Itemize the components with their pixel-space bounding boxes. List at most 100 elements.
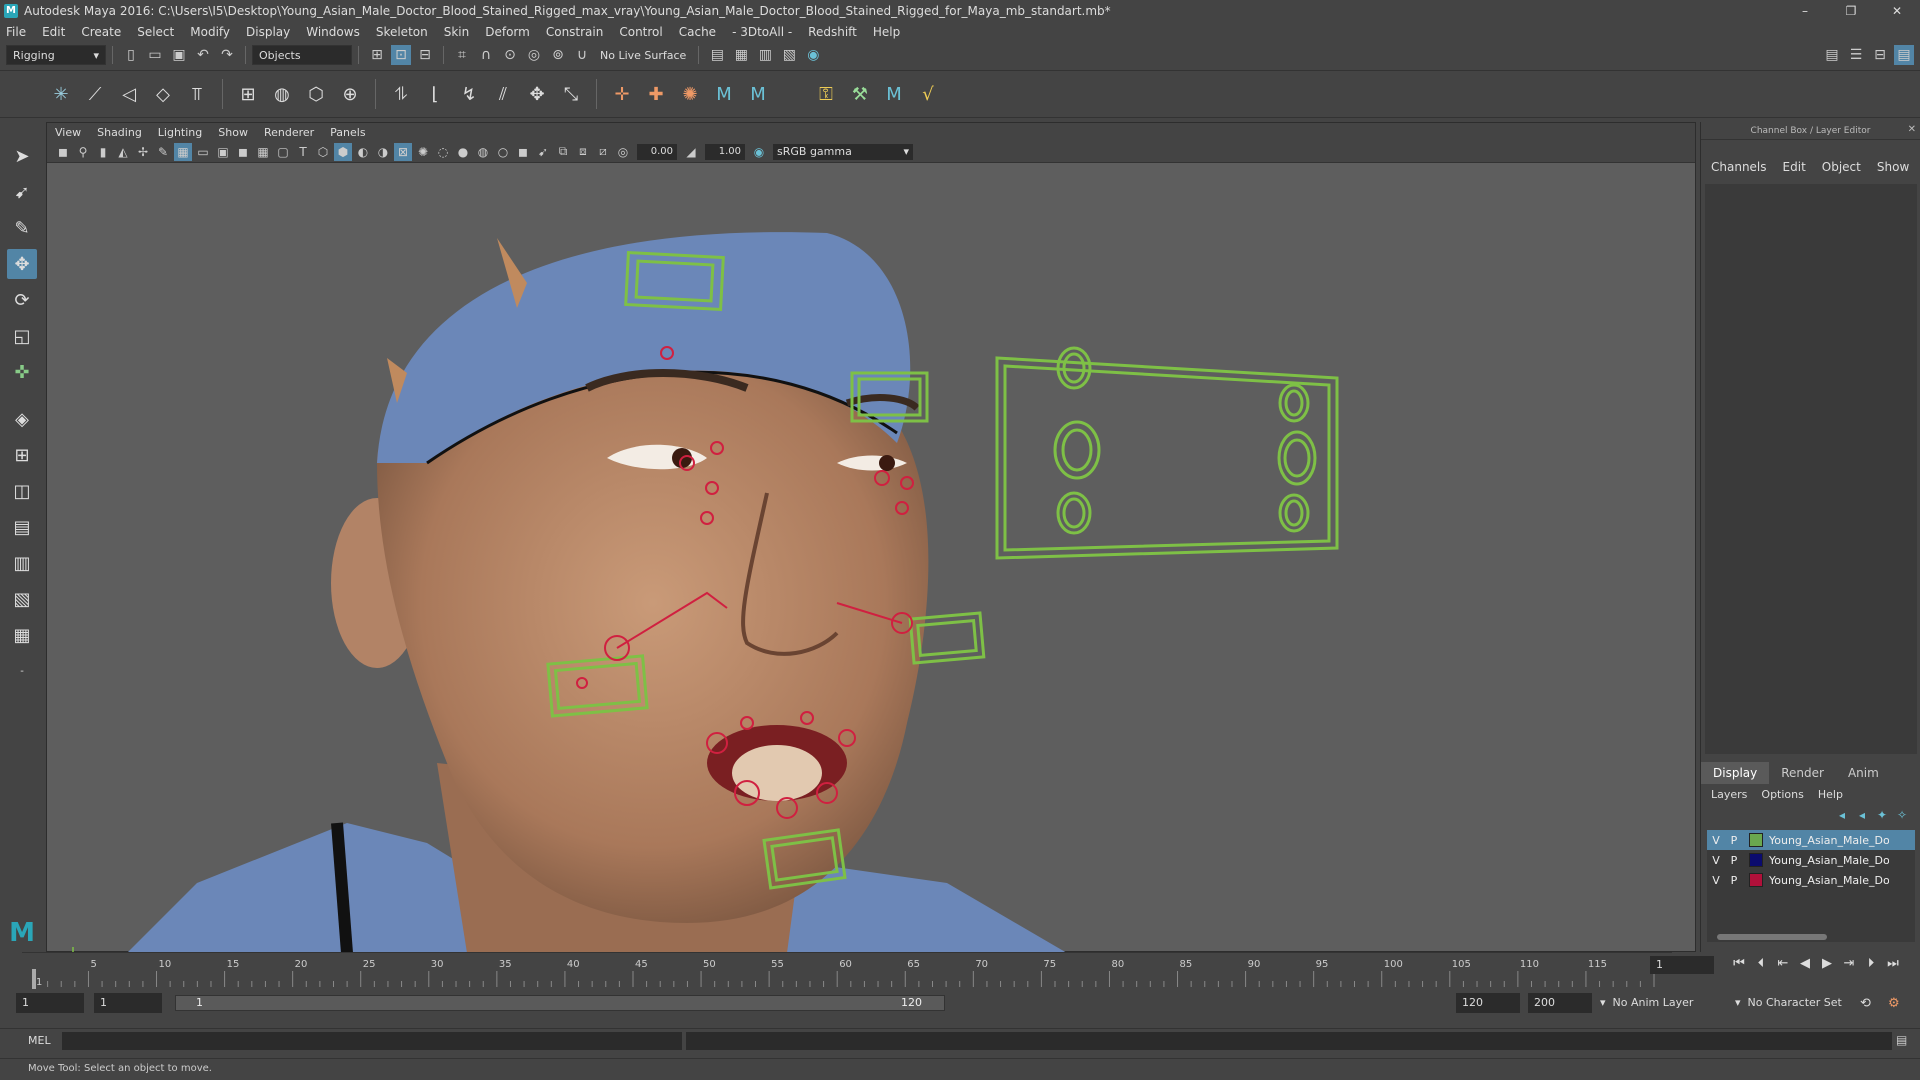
menu-display[interactable]: Display (246, 25, 290, 39)
default-material-icon[interactable]: ◐ (354, 143, 372, 161)
ik-spline-icon[interactable]: ◁ (115, 80, 143, 108)
layer-row[interactable]: V P Young_Asian_Male_Do (1707, 870, 1915, 890)
camera-lock-icon[interactable]: ⚲ (74, 143, 92, 161)
channel-list[interactable] (1705, 184, 1917, 754)
channel-box-menu-object[interactable]: Object (1822, 160, 1861, 174)
render-view-icon[interactable]: ▧ (779, 45, 799, 65)
viewport-menu-show[interactable]: Show (218, 126, 248, 139)
safe-action-icon[interactable]: ▢ (274, 143, 292, 161)
viewport-menu-panels[interactable]: Panels (330, 126, 365, 139)
selection-mode-dropdown[interactable]: Objects (252, 45, 352, 65)
character-controls-icon[interactable]: M (880, 80, 908, 108)
humanik-icon[interactable]: M (710, 80, 738, 108)
scale-tool-icon[interactable]: ◱ (7, 321, 37, 351)
tool-settings-icon[interactable]: ⊟ (1870, 45, 1890, 65)
snap-point-icon[interactable]: ⊙ (500, 45, 520, 65)
viewport-menu-shading[interactable]: Shading (97, 126, 142, 139)
ik-handle-icon[interactable]: ⟋ (81, 80, 109, 108)
undo-icon[interactable]: ↶ (193, 45, 213, 65)
step-back-key-icon[interactable]: ⇤ (1772, 956, 1794, 971)
bookmark-icon[interactable]: ▮ (94, 143, 112, 161)
paint-weights-icon[interactable]: ↯ (455, 80, 483, 108)
layout-extra-icon[interactable]: ▦ (7, 620, 37, 650)
channel-box-menu-edit[interactable]: Edit (1783, 160, 1806, 174)
lattice-icon[interactable]: ⊞ (234, 80, 262, 108)
humanik-character-icon[interactable]: M (744, 80, 772, 108)
layer-playback[interactable]: P (1725, 834, 1743, 847)
set-driven-key-icon[interactable]: ⚿ (812, 80, 840, 108)
motion-blur-icon[interactable]: ◍ (474, 143, 492, 161)
command-input[interactable] (62, 1032, 682, 1050)
range-slider[interactable]: 1 120 (175, 995, 945, 1011)
graph-pane-icon[interactable]: ▥ (7, 548, 37, 578)
grid-toggle-icon[interactable]: ▦ (174, 142, 192, 161)
four-pane-icon[interactable]: ⊞ (7, 440, 37, 470)
screen-space-ao-icon[interactable]: ● (454, 143, 472, 161)
smooth-shade-icon[interactable]: ⬢ (334, 142, 352, 161)
exposure-icon[interactable]: ◎ (614, 143, 632, 161)
viewport-menu-view[interactable]: View (55, 126, 81, 139)
gamma-icon[interactable]: ◢ (682, 143, 700, 161)
play-forward-icon[interactable]: ▶ (1816, 956, 1838, 971)
layer-playback[interactable]: P (1725, 854, 1743, 867)
insert-joint-icon[interactable]: ◇ (149, 80, 177, 108)
anti-aliasing-icon[interactable]: ○ (494, 143, 512, 161)
new-scene-icon[interactable]: ▯ (121, 45, 141, 65)
animation-start-field[interactable]: 1 (16, 993, 84, 1013)
viewport-scene[interactable]: persp (47, 163, 1695, 953)
attribute-editor-icon[interactable]: ☰ (1846, 45, 1866, 65)
image-plane-icon[interactable]: ◭ (114, 143, 132, 161)
layer-row[interactable]: V P Young_Asian_Male_Doctor_B (1707, 830, 1915, 850)
single-pane-icon[interactable]: ◈ (7, 404, 37, 434)
snap-view-icon[interactable]: ◎ (524, 45, 544, 65)
wireframe-on-shaded-icon[interactable]: ◑ (374, 143, 392, 161)
playback-start-field[interactable]: 1 (94, 993, 162, 1013)
gamma-field[interactable]: 1.00 (705, 143, 745, 160)
live-surface-label[interactable]: No Live Surface (600, 49, 686, 62)
step-forward-key-icon[interactable]: ⇥ (1838, 956, 1860, 971)
move-tool-icon[interactable]: ✥ (7, 249, 37, 279)
camera-select-icon[interactable]: ◼ (54, 143, 72, 161)
sculpt-deformer-icon[interactable]: ⊕ (336, 80, 364, 108)
grease-pencil-icon[interactable]: ✎ (154, 143, 172, 161)
menu-control[interactable]: Control (619, 25, 662, 39)
layer-visibility[interactable]: V (1707, 854, 1725, 867)
menu-windows[interactable]: Windows (306, 25, 360, 39)
joint-tool-icon[interactable]: ✳ (47, 80, 75, 108)
layer-horizontal-scrollbar[interactable] (1707, 932, 1915, 942)
channel-box-icon[interactable]: ▤ (1894, 45, 1914, 65)
layer-menu-options[interactable]: Options (1761, 788, 1803, 801)
select-object-icon[interactable]: ⊡ (391, 45, 411, 65)
isolate-select-icon[interactable]: ➹ (534, 143, 552, 161)
two-pane-icon[interactable]: ◫ (7, 476, 37, 506)
menu-3dtoall[interactable]: - 3DtoAll - (732, 25, 792, 39)
xray-joints-icon[interactable]: ⧉ (554, 143, 572, 161)
anim-layer-dropdown[interactable]: ▾ No Anim Layer (1600, 996, 1693, 1009)
animation-preferences-icon[interactable]: ⚙ (1888, 996, 1900, 1011)
menu-skin[interactable]: Skin (444, 25, 470, 39)
hypershade-icon[interactable]: ◉ (803, 45, 823, 65)
menu-create[interactable]: Create (81, 25, 121, 39)
maximize-button[interactable]: ❐ (1828, 0, 1874, 22)
go-to-bind-pose-icon[interactable]: ✥ (523, 80, 551, 108)
menu-help[interactable]: Help (873, 25, 900, 39)
viewport-menu-renderer[interactable]: Renderer (264, 126, 314, 139)
quick-rig-icon[interactable]: ⚒ (846, 80, 874, 108)
mirror-weights-icon[interactable]: ⤡ (557, 80, 585, 108)
menu-skeleton[interactable]: Skeleton (376, 25, 428, 39)
character-set-dropdown[interactable]: ▾ No Character Set (1735, 996, 1842, 1009)
layer-menu-help[interactable]: Help (1818, 788, 1843, 801)
layer-color-swatch[interactable] (1749, 873, 1763, 887)
panel-close-icon[interactable]: ✕ (1908, 124, 1916, 135)
minimize-button[interactable]: – (1782, 0, 1828, 22)
redo-icon[interactable]: ↷ (217, 45, 237, 65)
current-frame-field[interactable]: 1 (1650, 956, 1714, 974)
exposure-field[interactable]: 0.00 (637, 143, 677, 160)
tab-anim[interactable]: Anim (1836, 762, 1891, 784)
snap-curve-icon[interactable]: ∩ (476, 45, 496, 65)
pole-vector-icon[interactable]: √ (914, 80, 942, 108)
move-layer-up-icon[interactable]: ◂ (1832, 808, 1852, 822)
step-back-frame-icon[interactable]: ⏴ (1750, 956, 1772, 971)
time-slider[interactable]: 1 5 10 15 20 25 30 35 40 45 50 55 60 65 70 75 80 85 90 95 10… (22, 952, 1672, 989)
outliner-pane-icon[interactable]: ▤ (7, 512, 37, 542)
